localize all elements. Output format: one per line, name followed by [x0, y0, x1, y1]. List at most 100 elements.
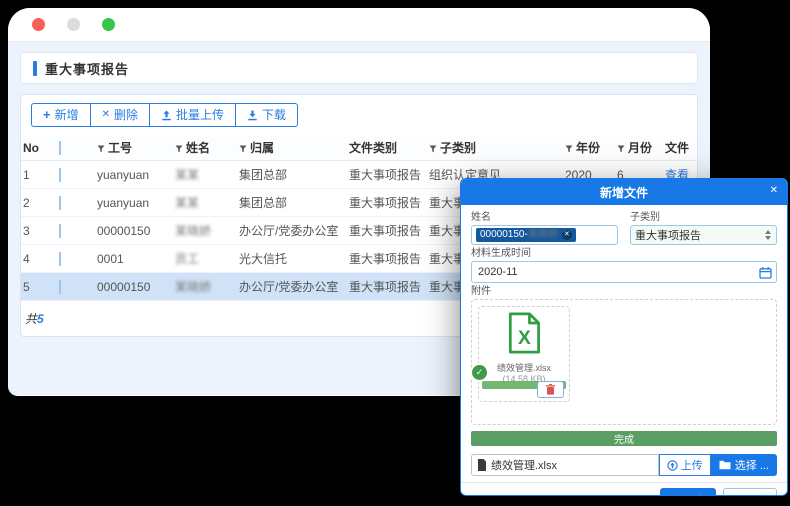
upload-status-text: 完成 [614, 431, 634, 446]
col-header-employee-id[interactable]: 工号 [97, 139, 175, 156]
download-button[interactable]: 下载 [235, 103, 298, 127]
undo-icon: ↺ [733, 494, 742, 497]
col-header-name[interactable]: 姓名 [175, 139, 239, 156]
row-category: 重大事项报告 [349, 166, 429, 183]
col-header-file: 文件 [665, 139, 697, 156]
upload-circle-icon [667, 460, 678, 471]
file-input-group: 绩效管理.xlsx 上传 选择 ... [471, 454, 777, 476]
title-accent-bar [33, 61, 37, 76]
calendar-icon[interactable] [759, 266, 772, 279]
row-select [59, 224, 97, 238]
row-select [59, 168, 97, 182]
row-employee-id: yuanyuan [97, 168, 175, 182]
attachment-dropzone[interactable]: X 绩效管理.xlsx (14.58 KB) ✓ [471, 299, 777, 425]
download-icon [247, 110, 258, 121]
name-tag: 00000150-某晓娇 ✕ [476, 228, 576, 242]
select-all-checkbox[interactable] [59, 141, 61, 155]
row-employee-id: yuanyuan [97, 196, 175, 210]
date-input[interactable] [476, 265, 576, 279]
row-employee-id: 00000150 [97, 280, 175, 294]
col-header-no: No [23, 141, 59, 155]
row-checkbox[interactable] [59, 196, 61, 210]
choose-file-button[interactable]: 选择 ... [711, 454, 777, 476]
confirm-button[interactable]: 确定 [660, 488, 716, 496]
modal-footer: 确定 ↺ 取消 [461, 482, 787, 496]
row-checkbox[interactable] [59, 168, 61, 182]
row-org: 集团总部 [239, 194, 349, 211]
row-select [59, 252, 97, 266]
row-employee-id: 0001 [97, 252, 175, 266]
selected-file-display: 绩效管理.xlsx [471, 454, 659, 476]
table-header-row: No 工号 姓名 归属 文件类别 子类别 年份 月份 文件 [21, 135, 697, 161]
download-label: 下载 [262, 108, 286, 122]
upload-button[interactable]: 上传 [659, 454, 711, 476]
attachment-label: 附件 [471, 286, 777, 297]
uploaded-file-name: 绩效管理.xlsx [479, 361, 569, 374]
batch-upload-button[interactable]: 批量上传 [149, 103, 236, 127]
col-header-subcategory[interactable]: 子类别 [429, 139, 565, 156]
total-value: 5 [37, 312, 44, 326]
row-no: 2 [23, 196, 59, 210]
filter-icon [617, 145, 625, 153]
upload-button-label: 上传 [681, 457, 703, 473]
col-header-org[interactable]: 归属 [239, 139, 349, 156]
row-category: 重大事项报告 [349, 222, 429, 239]
select-spinner-icon [765, 230, 771, 240]
close-window-button[interactable] [32, 18, 45, 31]
row-category: 重大事项报告 [349, 250, 429, 267]
delete-button[interactable]: ✕ 删除 [90, 103, 150, 127]
row-name: 某某 [175, 166, 239, 183]
row-checkbox[interactable] [59, 252, 61, 266]
maximize-window-button[interactable] [102, 18, 115, 31]
subcategory-select[interactable]: 重大事项报告 [630, 225, 777, 245]
save-icon [670, 495, 680, 496]
modal-body: 姓名 00000150-某晓娇 ✕ 子类别 重大事项报告 [461, 205, 787, 427]
svg-text:X: X [518, 328, 531, 349]
choose-button-label: 选择 ... [735, 457, 769, 473]
cancel-button[interactable]: ↺ 取消 [723, 488, 777, 496]
remove-tag-icon[interactable]: ✕ [562, 230, 572, 240]
excel-file-icon: X [505, 312, 543, 354]
filter-icon [175, 145, 183, 153]
upload-success-check-icon: ✓ [472, 365, 487, 380]
delete-file-button[interactable] [537, 381, 564, 398]
col-header-select [59, 141, 97, 155]
toolbar: + 新增 ✕ 删除 批量上传 下载 [21, 95, 697, 135]
row-no: 5 [23, 280, 59, 294]
row-no: 3 [23, 224, 59, 238]
confirm-button-label: 确定 [684, 492, 706, 496]
filter-icon [97, 145, 105, 153]
row-org: 办公厅/党委办公室 [239, 278, 349, 295]
row-name: 某晓娇 [175, 222, 239, 239]
row-name: 某某 [175, 194, 239, 211]
cancel-button-label: 取消 [745, 492, 767, 496]
folder-icon [719, 460, 731, 470]
row-checkbox[interactable] [59, 224, 61, 238]
selected-file-name: 绩效管理.xlsx [491, 457, 557, 473]
x-icon: ✕ [102, 108, 110, 122]
row-checkbox[interactable] [59, 280, 61, 294]
close-icon[interactable]: ✕ [770, 185, 778, 196]
add-file-modal: 新增文件 ✕ 姓名 00000150-某晓娇 ✕ 子类别 重 [460, 178, 788, 496]
row-org: 办公厅/党委办公室 [239, 222, 349, 239]
row-category: 重大事项报告 [349, 278, 429, 295]
name-field-label: 姓名 [471, 212, 618, 223]
document-icon [477, 459, 487, 471]
modal-header: 新增文件 ✕ [461, 179, 787, 205]
add-button[interactable]: + 新增 [31, 103, 91, 127]
window-titlebar [8, 8, 710, 42]
page-header: 重大事项报告 [20, 52, 698, 84]
subcategory-value: 重大事项报告 [635, 227, 701, 243]
minimize-window-button[interactable] [67, 18, 80, 31]
uploaded-file-card: X 绩效管理.xlsx (14.58 KB) ✓ [478, 306, 570, 402]
name-field[interactable]: 00000150-某晓娇 ✕ [471, 225, 618, 245]
page-title: 重大事项报告 [45, 59, 129, 78]
row-name: 某晓娇 [175, 278, 239, 295]
trash-icon [546, 384, 555, 395]
upload-icon [161, 110, 172, 121]
subcategory-field-label: 子类别 [630, 212, 777, 223]
modal-title: 新增文件 [600, 184, 648, 201]
col-header-month[interactable]: 月份 [617, 139, 665, 156]
col-header-year[interactable]: 年份 [565, 139, 617, 156]
material-date-field[interactable] [471, 261, 777, 283]
